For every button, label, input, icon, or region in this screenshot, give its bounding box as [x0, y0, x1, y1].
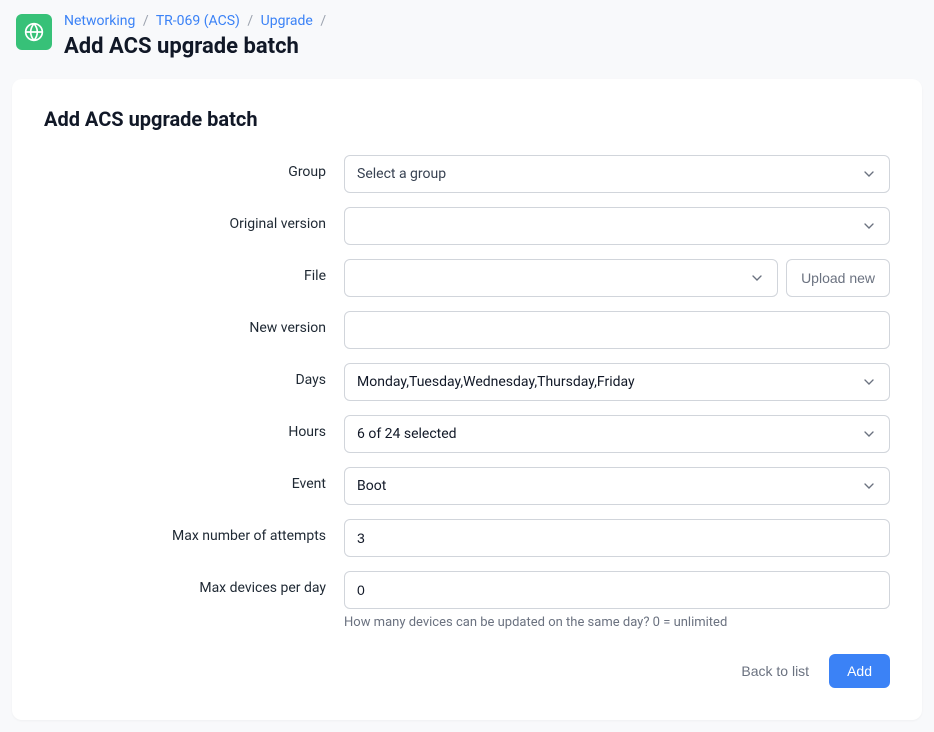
new-version-label: New version	[44, 311, 344, 336]
breadcrumb: Networking / TR-069 (ACS) / Upgrade /	[64, 12, 918, 32]
breadcrumb-link-tr069[interactable]: TR-069 (ACS)	[156, 13, 240, 29]
back-to-list-button[interactable]: Back to list	[737, 655, 813, 687]
max-devices-help: How many devices can be updated on the s…	[344, 615, 890, 630]
form-row-max-devices: Max devices per day How many devices can…	[44, 571, 890, 630]
add-button[interactable]: Add	[829, 654, 890, 688]
event-select[interactable]: Boot	[344, 467, 890, 505]
form-row-original-version: Original version	[44, 207, 890, 245]
days-value: Monday,Tuesday,Wednesday,Thursday,Friday	[357, 374, 877, 390]
event-value: Boot	[357, 478, 877, 494]
form-row-hours: Hours 6 of 24 selected	[44, 415, 890, 453]
breadcrumb-link-networking[interactable]: Networking	[64, 13, 135, 29]
file-select[interactable]	[344, 259, 778, 297]
days-label: Days	[44, 363, 344, 388]
chevron-down-icon	[749, 270, 765, 286]
max-attempts-input[interactable]	[344, 519, 890, 557]
max-devices-input[interactable]	[344, 571, 890, 609]
upload-new-button[interactable]: Upload new	[786, 259, 890, 297]
breadcrumb-separator: /	[247, 13, 253, 29]
hours-select[interactable]: 6 of 24 selected	[344, 415, 890, 453]
chevron-down-icon	[861, 218, 877, 234]
max-attempts-field[interactable]	[357, 520, 877, 556]
event-label: Event	[44, 467, 344, 492]
form-row-group: Group Select a group	[44, 155, 890, 193]
new-version-input[interactable]	[344, 311, 890, 349]
breadcrumb-link-upgrade[interactable]: Upgrade	[261, 13, 313, 29]
file-label: File	[44, 259, 344, 284]
max-devices-field[interactable]	[357, 572, 877, 608]
header-text: Networking / TR-069 (ACS) / Upgrade / Ad…	[64, 12, 918, 59]
form-actions: Back to list Add	[44, 654, 890, 688]
page-header: Networking / TR-069 (ACS) / Upgrade / Ad…	[12, 12, 922, 59]
days-select[interactable]: Monday,Tuesday,Wednesday,Thursday,Friday	[344, 363, 890, 401]
original-version-select[interactable]	[344, 207, 890, 245]
original-version-label: Original version	[44, 207, 344, 232]
form-row-event: Event Boot	[44, 467, 890, 505]
group-label: Group	[44, 155, 344, 180]
max-devices-label: Max devices per day	[44, 571, 344, 596]
hours-value: 6 of 24 selected	[357, 426, 877, 442]
new-version-field[interactable]	[357, 312, 877, 348]
form-row-max-attempts: Max number of attempts	[44, 519, 890, 557]
group-select[interactable]: Select a group	[344, 155, 890, 193]
group-select-value: Select a group	[357, 166, 877, 182]
max-attempts-label: Max number of attempts	[44, 519, 344, 544]
form-row-new-version: New version	[44, 311, 890, 349]
page-title: Add ACS upgrade batch	[64, 34, 918, 59]
card-title: Add ACS upgrade batch	[44, 107, 890, 131]
globe-icon	[16, 14, 52, 50]
form-row-file: File Upload new	[44, 259, 890, 297]
form-card: Add ACS upgrade batch Group Select a gro…	[12, 79, 922, 720]
breadcrumb-separator: /	[143, 13, 149, 29]
form-row-days: Days Monday,Tuesday,Wednesday,Thursday,F…	[44, 363, 890, 401]
hours-label: Hours	[44, 415, 344, 440]
breadcrumb-separator: /	[320, 13, 326, 29]
